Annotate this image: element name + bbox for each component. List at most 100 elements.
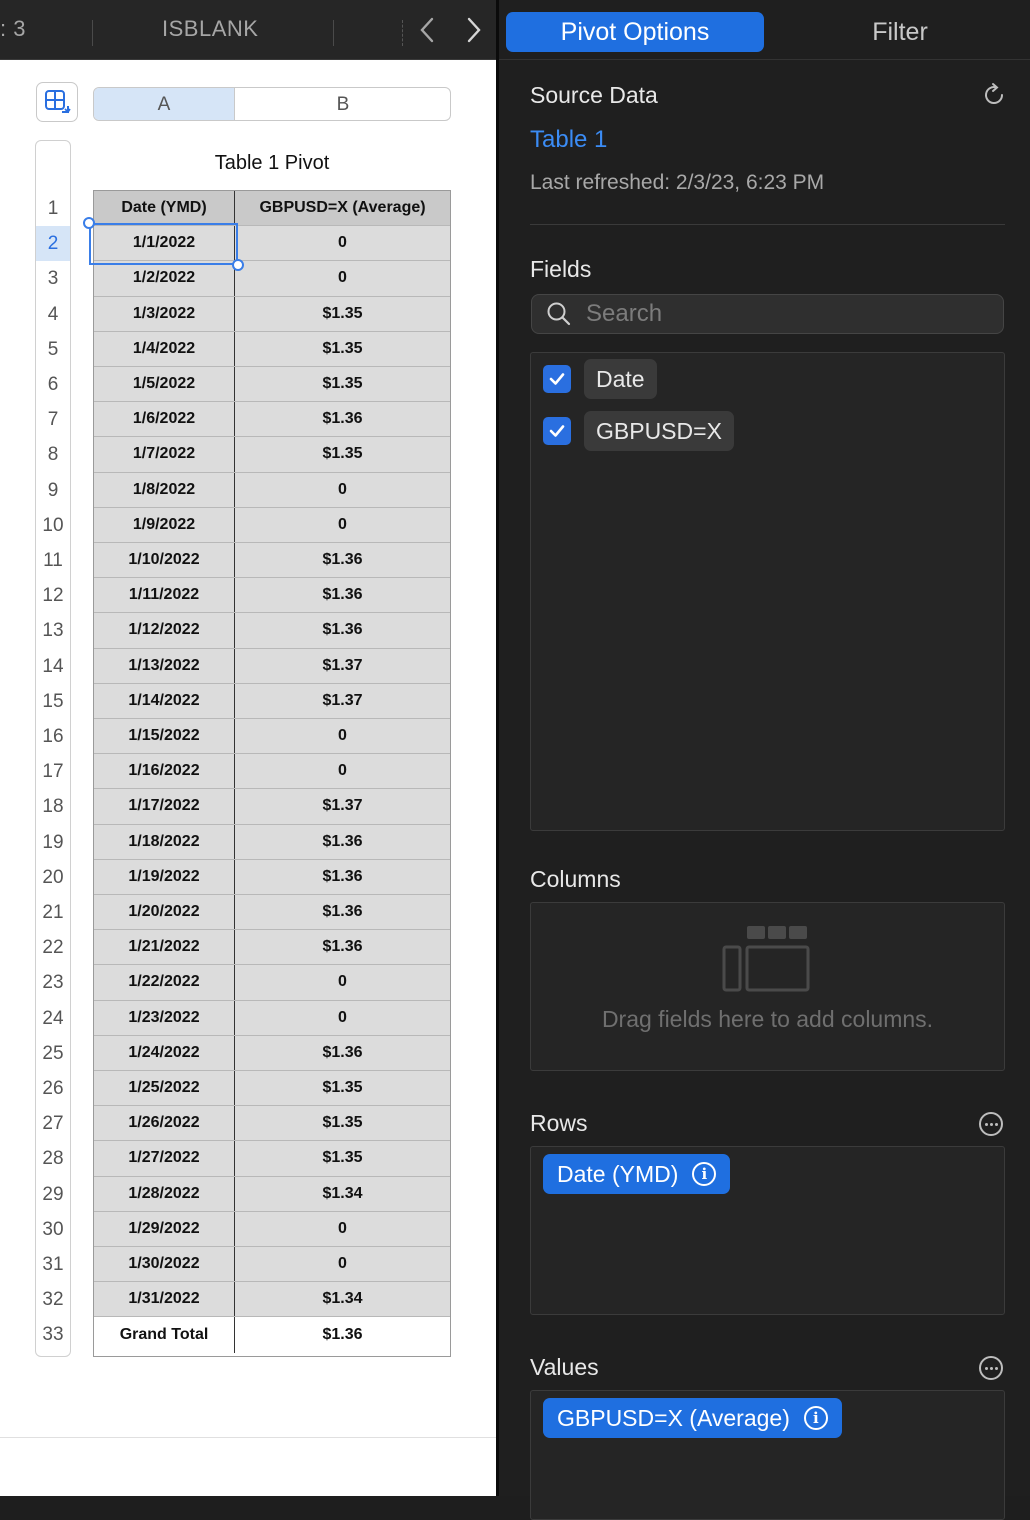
partial-function-label[interactable]: : 3 (0, 16, 26, 42)
date-cell[interactable]: 1/27/2022 (94, 1141, 235, 1176)
tab-filter[interactable]: Filter (771, 12, 1029, 52)
row-number[interactable]: 21 (36, 902, 70, 924)
row-number[interactable]: 12 (36, 585, 70, 607)
source-table-link[interactable]: Table 1 (530, 126, 607, 154)
date-cell[interactable]: 1/14/2022 (94, 683, 235, 718)
row-number[interactable]: 15 (36, 691, 70, 713)
function-label-isblank[interactable]: ISBLANK (162, 16, 258, 42)
refresh-icon[interactable] (981, 82, 1007, 113)
field-date-tag[interactable]: Date (584, 359, 657, 399)
value-cell[interactable]: $1.35 (235, 437, 450, 472)
row-number[interactable]: 27 (36, 1113, 70, 1135)
values-gbpusd-pill[interactable]: GBPUSD=X (Average) i (543, 1398, 842, 1438)
row-number[interactable]: 16 (36, 726, 70, 748)
value-cell[interactable]: 0 (235, 472, 450, 507)
value-cell[interactable]: $1.35 (235, 1141, 450, 1176)
date-cell[interactable]: 1/24/2022 (94, 1035, 235, 1070)
date-cell[interactable]: 1/16/2022 (94, 754, 235, 789)
row-number[interactable]: 30 (36, 1219, 70, 1241)
value-cell[interactable]: $1.35 (235, 331, 450, 366)
row-number[interactable]: 29 (36, 1184, 70, 1206)
chevron-left-icon[interactable] (412, 12, 442, 48)
row-number[interactable]: 7 (36, 409, 70, 431)
date-cell[interactable]: 1/15/2022 (94, 719, 235, 754)
row-number[interactable]: 22 (36, 937, 70, 959)
date-cell[interactable]: 1/20/2022 (94, 895, 235, 930)
table-options-icon[interactable] (36, 82, 78, 122)
row-number[interactable]: 1 (36, 198, 70, 220)
row-number[interactable]: 20 (36, 867, 70, 889)
value-cell[interactable]: 0 (235, 1211, 450, 1246)
row-number[interactable]: 23 (36, 972, 70, 994)
value-cell[interactable]: 0 (235, 261, 450, 296)
value-cell[interactable]: $1.36 (235, 402, 450, 437)
values-drop-zone[interactable]: GBPUSD=X (Average) i (530, 1390, 1005, 1520)
date-cell[interactable]: 1/19/2022 (94, 859, 235, 894)
cell-selection[interactable] (89, 223, 238, 265)
date-cell[interactable]: 1/21/2022 (94, 930, 235, 965)
date-cell[interactable]: 1/25/2022 (94, 1071, 235, 1106)
value-cell[interactable]: $1.36 (235, 859, 450, 894)
value-cell[interactable]: 0 (235, 754, 450, 789)
value-cell[interactable]: 0 (235, 226, 450, 261)
date-cell[interactable]: 1/22/2022 (94, 965, 235, 1000)
date-cell[interactable]: 1/30/2022 (94, 1247, 235, 1282)
date-cell[interactable]: 1/2/2022 (94, 261, 235, 296)
value-cell[interactable]: $1.35 (235, 1071, 450, 1106)
row-number[interactable]: 32 (36, 1289, 70, 1311)
value-cell[interactable]: 0 (235, 1247, 450, 1282)
info-icon[interactable]: i (692, 1162, 717, 1186)
date-cell[interactable]: 1/5/2022 (94, 367, 235, 402)
row-number[interactable]: 28 (36, 1148, 70, 1170)
row-number[interactable]: 31 (36, 1254, 70, 1276)
date-cell[interactable]: 1/9/2022 (94, 507, 235, 542)
date-cell[interactable]: 1/29/2022 (94, 1211, 235, 1246)
rows-date-pill[interactable]: Date (YMD) i (543, 1154, 731, 1194)
row-number[interactable]: 9 (36, 480, 70, 502)
value-cell[interactable]: $1.36 (235, 578, 450, 613)
header-cell-value[interactable]: GBPUSD=X (Average) (235, 191, 450, 226)
date-cell[interactable]: 1/6/2022 (94, 402, 235, 437)
row-number[interactable]: 11 (36, 550, 70, 572)
row-number[interactable]: 10 (36, 515, 70, 537)
column-header-b[interactable]: B (235, 88, 450, 120)
date-cell[interactable]: 1/7/2022 (94, 437, 235, 472)
row-number[interactable]: 19 (36, 832, 70, 854)
value-cell[interactable]: $1.35 (235, 296, 450, 331)
field-gbpusd-checkbox[interactable] (543, 417, 571, 445)
rows-more-icon[interactable] (979, 1112, 1003, 1136)
date-cell[interactable]: 1/8/2022 (94, 472, 235, 507)
date-cell[interactable]: 1/11/2022 (94, 578, 235, 613)
row-number[interactable]: 3 (36, 268, 70, 290)
selection-handle-top[interactable] (83, 217, 95, 229)
date-cell[interactable]: 1/18/2022 (94, 824, 235, 859)
value-cell[interactable]: $1.37 (235, 683, 450, 718)
date-cell[interactable]: 1/3/2022 (94, 296, 235, 331)
date-cell[interactable]: 1/10/2022 (94, 543, 235, 578)
field-gbpusd-tag[interactable]: GBPUSD=X (584, 411, 734, 451)
value-cell[interactable]: $1.36 (235, 613, 450, 648)
info-icon[interactable]: i (803, 1406, 828, 1430)
value-cell[interactable]: $1.36 (235, 824, 450, 859)
value-cell[interactable]: $1.37 (235, 648, 450, 683)
row-number[interactable]: 33 (36, 1324, 70, 1346)
row-number[interactable]: 18 (36, 796, 70, 818)
values-more-icon[interactable] (979, 1356, 1003, 1380)
row-number[interactable]: 17 (36, 761, 70, 783)
row-number[interactable]: 25 (36, 1043, 70, 1065)
value-cell[interactable]: $1.34 (235, 1176, 450, 1211)
date-cell[interactable]: 1/26/2022 (94, 1106, 235, 1141)
value-cell[interactable]: $1.37 (235, 789, 450, 824)
column-header-a[interactable]: A (94, 88, 235, 120)
date-cell[interactable]: 1/12/2022 (94, 613, 235, 648)
value-cell[interactable]: $1.36 (235, 930, 450, 965)
row-number[interactable]: 5 (36, 339, 70, 361)
rows-drop-zone[interactable]: Date (YMD) i (530, 1146, 1005, 1315)
fields-search[interactable] (531, 294, 1004, 334)
row-number[interactable]: 13 (36, 620, 70, 642)
row-number[interactable]: 8 (36, 444, 70, 466)
tab-pivot-options[interactable]: Pivot Options (506, 12, 764, 52)
columns-drop-zone[interactable]: Drag fields here to add columns. (530, 902, 1005, 1071)
date-cell[interactable]: 1/23/2022 (94, 1000, 235, 1035)
row-number[interactable]: 24 (36, 1008, 70, 1030)
